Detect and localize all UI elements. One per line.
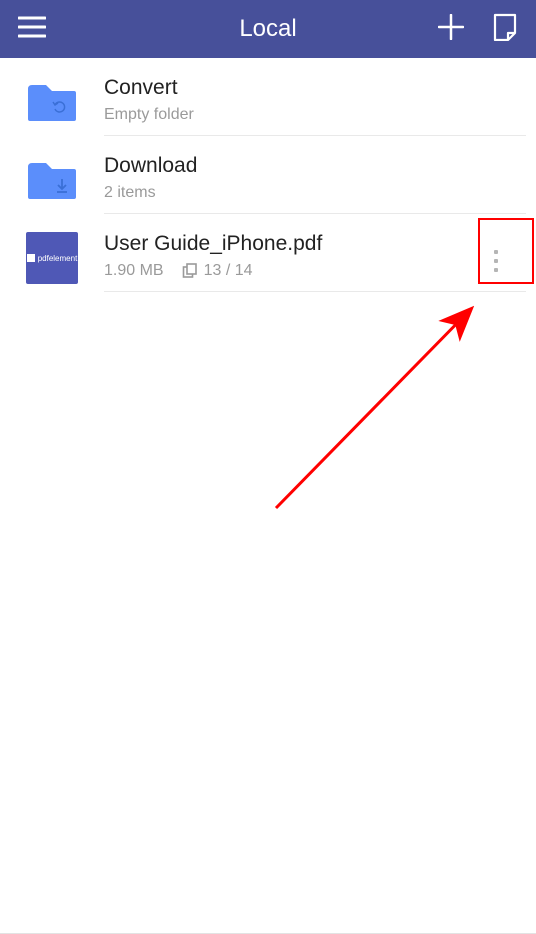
- file-list: Convert Empty folder Download 2 items: [0, 58, 536, 302]
- folder-download-icon: [26, 154, 78, 206]
- item-title: Download: [104, 154, 526, 178]
- pdf-thumbnail-icon: pdfelement: [26, 232, 78, 284]
- file-pages: 13 / 14: [182, 262, 253, 280]
- list-item-folder[interactable]: Download 2 items: [0, 146, 536, 224]
- annotation-highlight-box: [478, 218, 534, 284]
- folder-sync-icon: [26, 76, 78, 128]
- note-icon[interactable]: [492, 13, 518, 46]
- pdf-brand-label: pdfelement: [27, 254, 78, 263]
- item-title: Convert: [104, 76, 526, 100]
- pages-icon: [182, 263, 198, 279]
- app-header: Local: [0, 0, 536, 58]
- item-title: User Guide_iPhone.pdf: [104, 232, 526, 256]
- list-item-folder[interactable]: Convert Empty folder: [0, 68, 536, 146]
- hamburger-menu-icon[interactable]: [18, 16, 46, 43]
- file-size: 1.90 MB: [104, 262, 164, 280]
- list-item-file[interactable]: pdfelement User Guide_iPhone.pdf 1.90 MB…: [0, 224, 536, 302]
- plus-icon[interactable]: [438, 14, 464, 45]
- item-subtitle: Empty folder: [104, 106, 194, 124]
- item-subtitle: 2 items: [104, 184, 156, 202]
